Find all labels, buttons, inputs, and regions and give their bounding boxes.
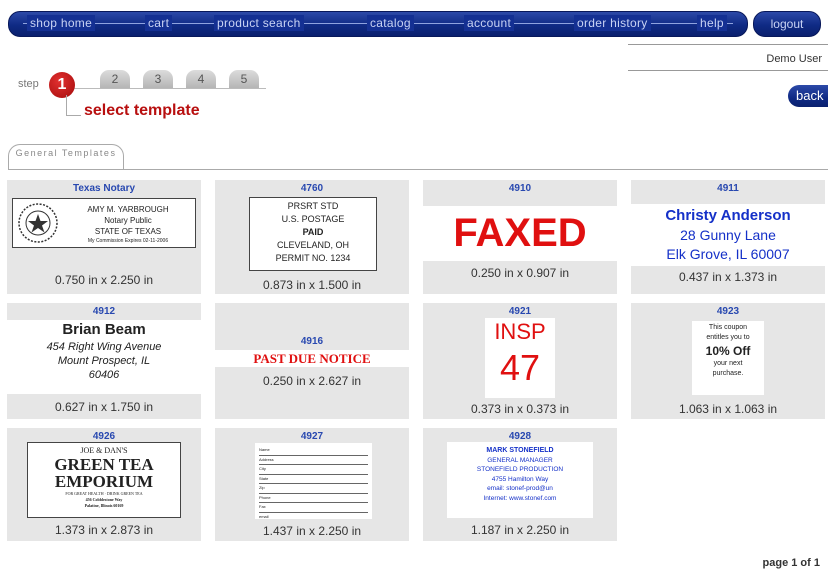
template-dimensions: 0.437 in x 1.373 in xyxy=(678,270,778,284)
template-preview: FAXED xyxy=(423,206,617,261)
nav-order-history[interactable]: order history xyxy=(574,15,651,31)
nav-cart[interactable]: cart xyxy=(145,15,173,31)
template-id: 4912 xyxy=(92,306,116,317)
template-dimensions: 0.250 in x 0.907 in xyxy=(470,266,570,280)
template-card-4923[interactable]: 4923 This coupon entitles you to 10% Off… xyxy=(631,303,825,419)
template-card-4928[interactable]: 4928 MARK STONEFIELD GENERAL MANAGER STO… xyxy=(423,428,617,541)
tab-general-templates[interactable]: General Templates xyxy=(8,144,124,170)
nav-bar: shop home cart product search catalog ac… xyxy=(8,11,748,37)
template-dimensions: 0.750 in x 2.250 in xyxy=(54,273,154,287)
template-dimensions: 1.187 in x 2.250 in xyxy=(470,523,570,537)
template-id: 4760 xyxy=(300,183,324,194)
template-card-4911[interactable]: 4911 Christy Anderson 28 Gunny Lane Elk … xyxy=(631,180,825,294)
template-card-4916[interactable]: 4916 PAST DUE NOTICE 0.250 in x 2.627 in xyxy=(215,303,409,419)
nav-account[interactable]: account xyxy=(464,15,515,31)
template-dimensions: 0.627 in x 1.750 in xyxy=(54,400,154,414)
template-card-4912[interactable]: 4912 Brian Beam 454 Right Wing Avenue Mo… xyxy=(7,303,201,419)
template-card-4927[interactable]: 4927 Name Address City State Zip Phone F… xyxy=(215,428,409,541)
step-3-tab[interactable]: 3 xyxy=(143,70,173,88)
nav-product-search[interactable]: product search xyxy=(214,15,304,31)
step-2-tab[interactable]: 2 xyxy=(100,70,130,88)
template-id: 4926 xyxy=(92,431,116,442)
template-id: 4923 xyxy=(716,306,740,317)
template-id: Texas Notary xyxy=(72,183,136,194)
template-preview: MARK STONEFIELD GENERAL MANAGER STONEFIE… xyxy=(447,442,593,518)
template-id: 4910 xyxy=(508,183,532,194)
step-label: step xyxy=(18,78,39,90)
back-button[interactable]: back xyxy=(788,85,828,107)
template-id: 4927 xyxy=(300,431,324,442)
template-card-texas-notary[interactable]: Texas Notary AMY M. YARBROUGH Notary Pub… xyxy=(7,180,201,294)
template-preview: PRSRT STD U.S. POSTAGE PAID CLEVELAND, O… xyxy=(249,197,377,271)
template-id: 4916 xyxy=(300,336,324,347)
template-id: 4921 xyxy=(508,306,532,317)
step-4-tab[interactable]: 4 xyxy=(186,70,216,88)
template-preview: PAST DUE NOTICE xyxy=(215,350,409,367)
template-dimensions: 0.250 in x 2.627 in xyxy=(262,374,362,388)
template-dimensions: 0.873 in x 1.500 in xyxy=(262,278,362,292)
nav-help[interactable]: help xyxy=(697,15,727,31)
template-id: 4911 xyxy=(717,183,739,194)
template-card-4910[interactable]: 4910 FAXED 0.250 in x 0.907 in xyxy=(423,180,617,294)
template-preview: INSP 47 xyxy=(485,318,555,398)
template-card-4926[interactable]: 4926 JOE & DAN'S GREEN TEA EMPORIUM FOR … xyxy=(7,428,201,541)
template-dimensions: 1.063 in x 1.063 in xyxy=(678,402,778,416)
template-card-4921[interactable]: 4921 INSP 47 0.373 in x 0.373 in xyxy=(423,303,617,419)
pagination-label: page 1 of 1 xyxy=(762,557,820,569)
logout-button[interactable]: logout xyxy=(753,11,821,37)
template-preview: JOE & DAN'S GREEN TEA EMPORIUM FOR GREAT… xyxy=(27,442,181,518)
template-dimensions: 0.373 in x 0.373 in xyxy=(470,402,570,416)
template-preview: Name Address City State Zip Phone Fax em… xyxy=(255,443,372,519)
template-preview: AMY M. YARBROUGH Notary Public STATE OF … xyxy=(12,198,196,248)
template-preview: Brian Beam 454 Right Wing Avenue Mount P… xyxy=(7,320,201,394)
notary-seal-icon xyxy=(18,203,58,243)
nav-catalog[interactable]: catalog xyxy=(367,15,414,31)
nav-shop-home[interactable]: shop home xyxy=(27,15,96,31)
step-title: select template xyxy=(84,102,200,119)
step-5-tab[interactable]: 5 xyxy=(229,70,259,88)
top-navigation: shop home cart product search catalog ac… xyxy=(8,11,821,37)
template-id: 4928 xyxy=(508,431,532,442)
template-dimensions: 1.373 in x 2.873 in xyxy=(54,523,154,537)
template-preview: This coupon entitles you to 10% Off your… xyxy=(692,321,764,395)
user-name: Demo User xyxy=(766,53,822,65)
template-preview: Christy Anderson 28 Gunny Lane Elk Grove… xyxy=(631,204,825,266)
template-card-4760[interactable]: 4760 PRSRT STD U.S. POSTAGE PAID CLEVELA… xyxy=(215,180,409,294)
template-dimensions: 1.437 in x 2.250 in xyxy=(262,524,362,538)
